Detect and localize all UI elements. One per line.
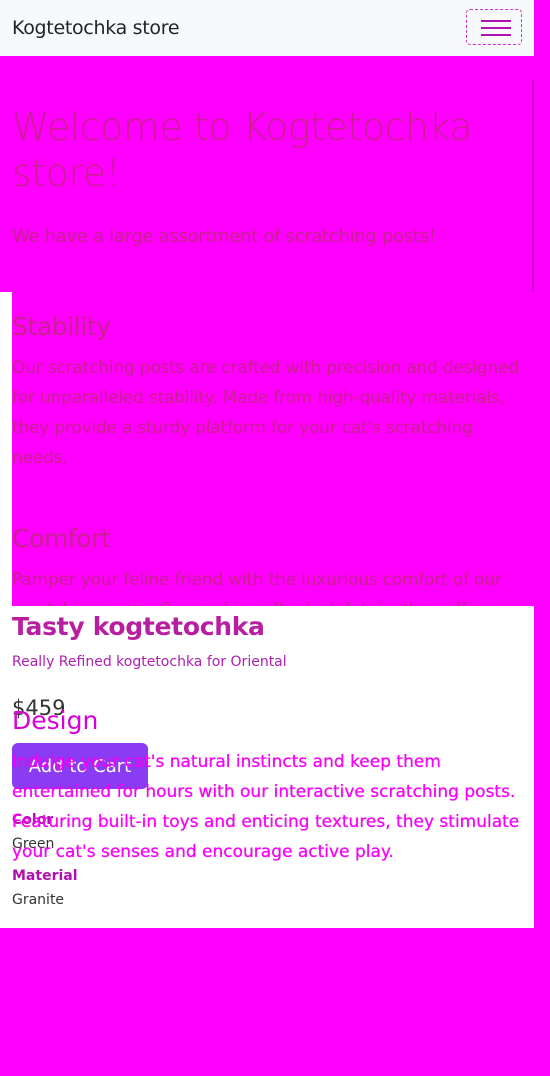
hero-title: Welcome to Kogtetochka store! [12,105,473,195]
add-to-cart-button[interactable]: Add to Cart [12,743,148,789]
spec-label-color: Color [12,812,54,828]
product-price: $459 [12,696,66,720]
brand-link[interactable]: Kogtetochka store [12,17,180,39]
feature-title: Stability [12,312,111,341]
product-description: Really Refined kogtetochka for Oriental [12,654,287,670]
spec-value-color: Green [12,836,55,852]
product-card: Tasty kogtetochka Really Refined kogteto… [0,606,534,928]
left-edge-strip [0,292,12,606]
product-title: Tasty kogtetochka [12,612,265,641]
feature-title: Comfort [12,524,111,553]
hero-subtitle: We have a large assortment of scratching… [12,226,436,247]
hero-banner: Welcome to Kogtetochka store! We have a … [0,80,534,292]
spec-label-material: Material [12,868,78,884]
spec-value-material: Granite [12,892,65,908]
feature-text: Our scratching posts are crafted with pr… [12,358,519,468]
feature-stability: Stability Our scratching posts are craft… [12,312,524,473]
navbar-toggler-button[interactable] [466,9,522,45]
navbar: Kogtetochka store [0,0,534,56]
